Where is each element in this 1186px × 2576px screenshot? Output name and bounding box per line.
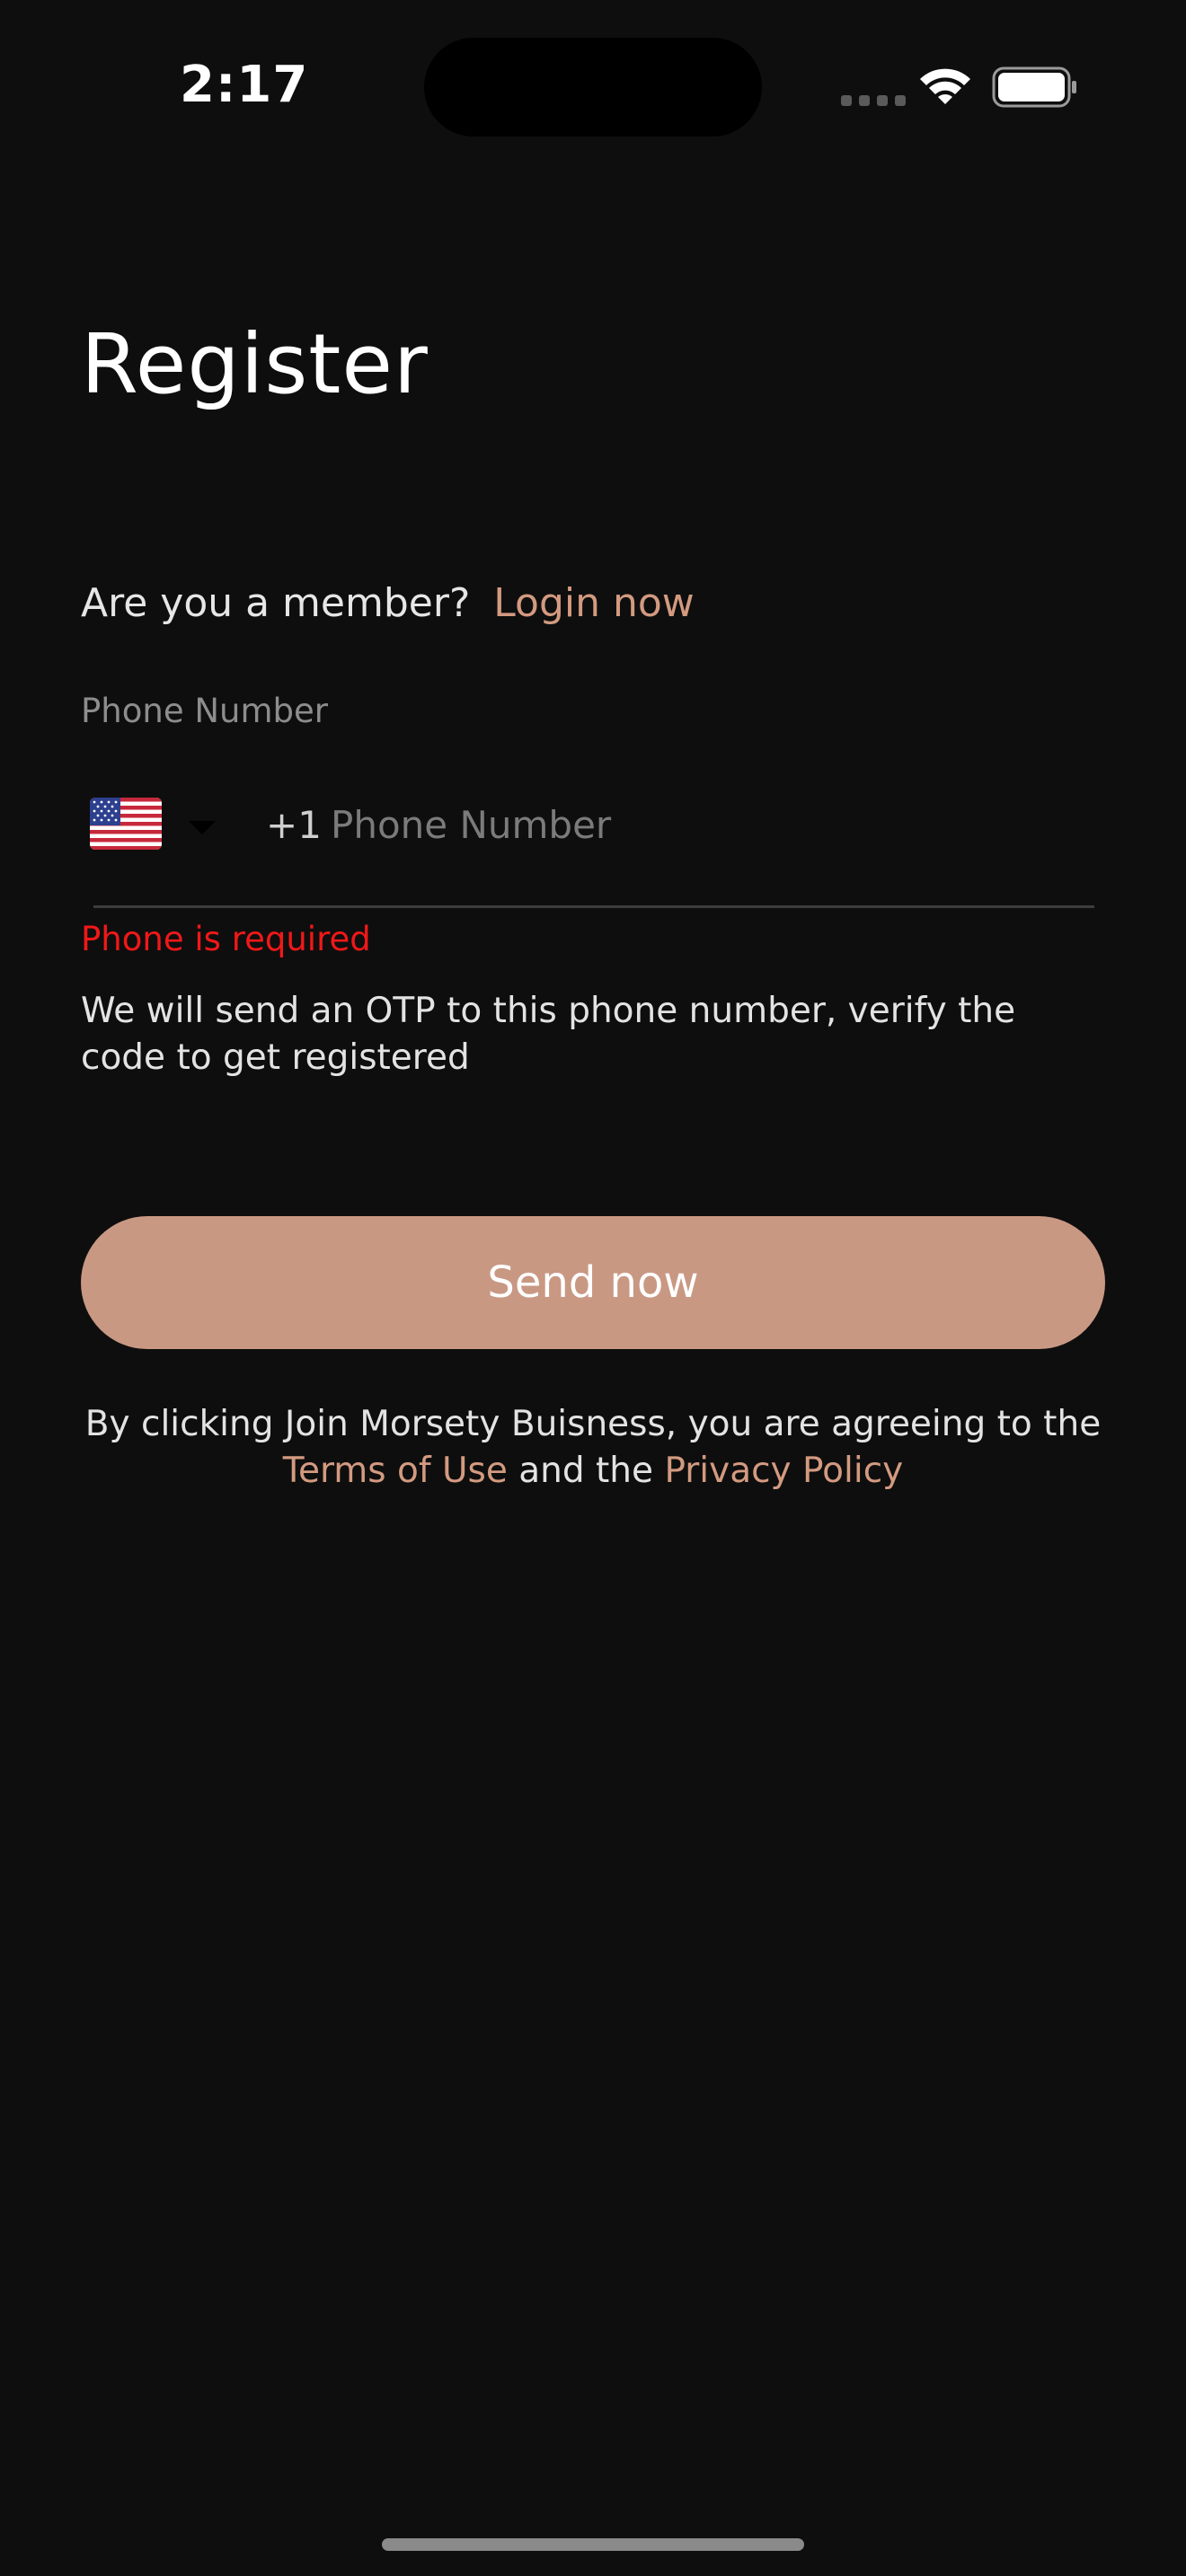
phone-field-underline (93, 905, 1094, 908)
home-indicator[interactable] (382, 2538, 804, 2551)
battery-icon (992, 66, 1076, 108)
member-prompt: Are you a member? Login now (81, 580, 695, 626)
phone-number-input[interactable] (329, 785, 1069, 864)
phone-number-field: +1 (81, 781, 1094, 909)
wifi-icon (920, 68, 970, 104)
login-now-link[interactable]: Login now (493, 580, 694, 626)
send-now-button[interactable]: Send now (81, 1216, 1105, 1349)
dynamic-island (424, 38, 762, 137)
country-dial-code: +1 (266, 803, 322, 847)
cellular-signal-icon (841, 95, 906, 106)
us-flag-icon[interactable] (90, 798, 162, 850)
legal-notice: By clicking Join Morsety Buisness, you a… (81, 1401, 1105, 1495)
terms-of-use-link[interactable]: Terms of Use (283, 1451, 508, 1491)
phone-error-message: Phone is required (81, 920, 371, 958)
privacy-policy-link[interactable]: Privacy Policy (664, 1451, 903, 1491)
phone-number-label: Phone Number (81, 692, 329, 730)
otp-hint-text: We will send an OTP to this phone number… (81, 991, 1016, 1078)
legal-connector-text: and the (518, 1451, 654, 1491)
country-dropdown-caret-icon[interactable] (189, 821, 216, 834)
page-title: Register (81, 316, 429, 412)
legal-notice-line: By clicking Join Morsety Buisness, you a… (84, 1404, 1102, 1444)
member-prompt-text: Are you a member? (81, 580, 471, 626)
status-bar-time: 2:17 (180, 56, 309, 114)
